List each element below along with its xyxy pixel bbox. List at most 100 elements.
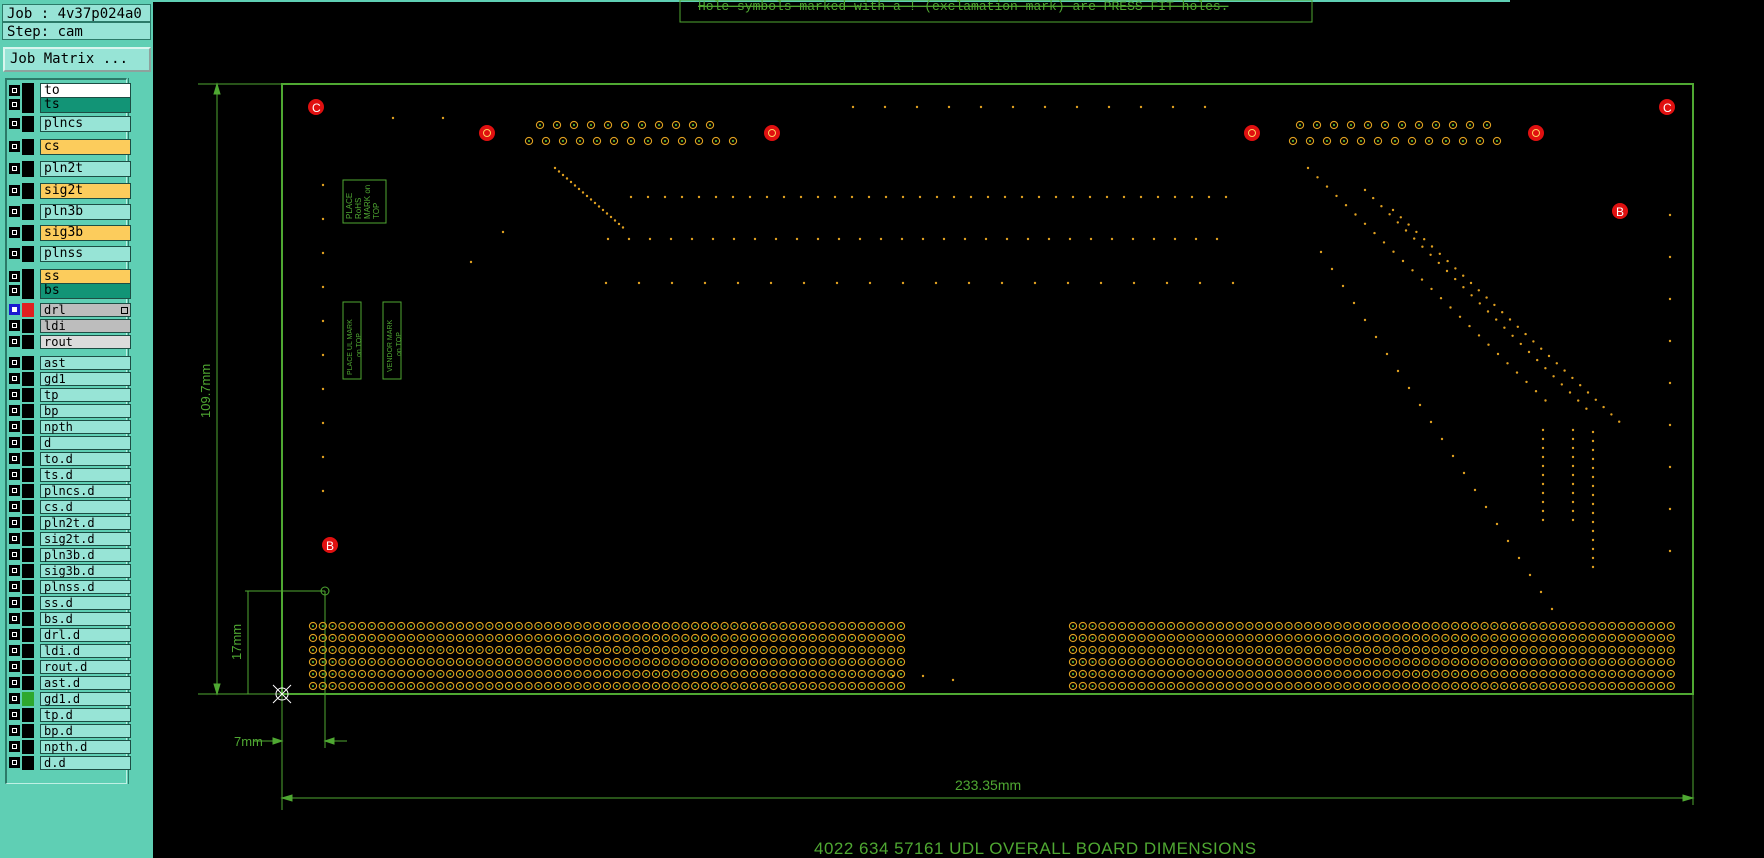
layer-checkbox[interactable] xyxy=(9,581,20,592)
layer-name[interactable]: tp xyxy=(40,388,131,402)
layer-checkbox[interactable] xyxy=(9,485,20,496)
layer-row-tp-d[interactable]: tp.d xyxy=(8,708,131,722)
layer-row-plnss[interactable]: plnss xyxy=(8,246,131,262)
layer-row-plnss-d[interactable]: plnss.d xyxy=(8,580,131,594)
layer-color-swatch[interactable] xyxy=(22,756,34,770)
layer-color-swatch[interactable] xyxy=(22,596,34,610)
layer-color-swatch[interactable] xyxy=(22,139,34,155)
layer-name[interactable]: gd1 xyxy=(40,372,131,386)
layer-checkbox[interactable] xyxy=(9,453,20,464)
layer-checkbox[interactable] xyxy=(9,320,20,331)
layer-list-scrollbar[interactable] xyxy=(128,78,153,784)
layer-checkbox[interactable] xyxy=(9,661,20,672)
layer-name[interactable]: npth xyxy=(40,420,131,434)
layer-color-swatch[interactable] xyxy=(22,246,34,262)
layer-row-pln2t-d[interactable]: pln2t.d xyxy=(8,516,131,530)
layer-row-bs-d[interactable]: bs.d xyxy=(8,612,131,626)
layer-row-ts-d[interactable]: ts.d xyxy=(8,468,131,482)
layer-checkbox[interactable] xyxy=(9,533,20,544)
layer-name[interactable]: ts.d xyxy=(40,468,131,482)
layer-color-swatch[interactable] xyxy=(22,372,34,386)
layer-name[interactable]: ast.d xyxy=(40,676,131,690)
layer-checkbox[interactable] xyxy=(9,373,20,384)
layer-color-swatch[interactable] xyxy=(22,97,34,113)
layer-name[interactable]: plncs xyxy=(40,116,131,132)
layer-name[interactable]: bs.d xyxy=(40,612,131,626)
layer-checkbox[interactable] xyxy=(9,709,20,720)
layer-row-plncs[interactable]: plncs xyxy=(8,116,131,132)
layer-color-swatch[interactable] xyxy=(22,388,34,402)
layer-name[interactable]: pln3b xyxy=(40,204,131,220)
layer-color-swatch[interactable] xyxy=(22,532,34,546)
layer-row-ldi[interactable]: ldi xyxy=(8,319,131,333)
layer-checkbox[interactable] xyxy=(9,629,20,640)
layer-color-swatch[interactable] xyxy=(22,500,34,514)
layer-name[interactable]: cs xyxy=(40,139,131,155)
layer-checkbox[interactable] xyxy=(9,285,20,296)
layer-checkbox[interactable] xyxy=(9,185,20,196)
layer-row-sig3b-d[interactable]: sig3b.d xyxy=(8,564,131,578)
layer-row-bp-d[interactable]: bp.d xyxy=(8,724,131,738)
layer-name[interactable]: pln2t.d xyxy=(40,516,131,530)
layer-color-swatch[interactable] xyxy=(22,516,34,530)
layer-checkbox[interactable] xyxy=(9,549,20,560)
layer-color-swatch[interactable] xyxy=(22,420,34,434)
layer-color-swatch[interactable] xyxy=(22,161,34,177)
layer-name[interactable]: sig2t xyxy=(40,183,131,199)
layer-checkbox[interactable] xyxy=(9,437,20,448)
layer-color-swatch[interactable] xyxy=(22,612,34,626)
layer-name[interactable]: npth.d xyxy=(40,740,131,754)
layer-checkbox[interactable] xyxy=(9,613,20,624)
layer-row-sig2t[interactable]: sig2t xyxy=(8,183,131,199)
layer-name[interactable]: plncs.d xyxy=(40,484,131,498)
layer-checkbox[interactable] xyxy=(9,677,20,688)
layer-checkbox[interactable] xyxy=(9,271,20,282)
layer-row-sig2t-d[interactable]: sig2t.d xyxy=(8,532,131,546)
layer-name[interactable]: cs.d xyxy=(40,500,131,514)
layer-name[interactable]: tp.d xyxy=(40,708,131,722)
layer-checkbox[interactable] xyxy=(9,469,20,480)
layer-color-swatch[interactable] xyxy=(22,225,34,241)
layer-name[interactable]: ss.d xyxy=(40,596,131,610)
layer-name[interactable]: bp.d xyxy=(40,724,131,738)
layer-color-swatch[interactable] xyxy=(22,436,34,450)
layer-row-pln3b-d[interactable]: pln3b.d xyxy=(8,548,131,562)
layer-row-rout-d[interactable]: rout.d xyxy=(8,660,131,674)
layer-color-swatch[interactable] xyxy=(22,692,34,706)
layer-color-swatch[interactable] xyxy=(22,319,34,333)
layer-checkbox[interactable] xyxy=(9,421,20,432)
layer-checkbox[interactable] xyxy=(9,501,20,512)
layer-row-bp[interactable]: bp xyxy=(8,404,131,418)
layer-checkbox[interactable] xyxy=(9,248,20,259)
layer-checkbox[interactable] xyxy=(9,405,20,416)
layer-color-swatch[interactable] xyxy=(22,303,34,317)
layer-color-swatch[interactable] xyxy=(22,183,34,199)
layer-color-swatch[interactable] xyxy=(22,564,34,578)
layer-checkbox[interactable] xyxy=(9,517,20,528)
layer-row-cs-d[interactable]: cs.d xyxy=(8,500,131,514)
layer-name[interactable]: plnss.d xyxy=(40,580,131,594)
layer-name[interactable]: ts xyxy=(40,97,131,113)
graphics-area[interactable]: Hole-symbols marked with a ! (exclamatio… xyxy=(153,0,1764,858)
layer-name[interactable]: sig3b.d xyxy=(40,564,131,578)
layer-checkbox[interactable] xyxy=(9,163,20,174)
layer-name[interactable]: bs xyxy=(40,283,131,299)
layer-name[interactable]: d xyxy=(40,436,131,450)
layer-checkbox[interactable] xyxy=(9,645,20,656)
layer-name[interactable]: d.d xyxy=(40,756,131,770)
layer-row-ts[interactable]: ts xyxy=(8,97,131,113)
layer-checkbox[interactable] xyxy=(9,85,20,96)
layer-row-ss-d[interactable]: ss.d xyxy=(8,596,131,610)
layer-name[interactable]: ldi.d xyxy=(40,644,131,658)
layer-row-pln2t[interactable]: pln2t xyxy=(8,161,131,177)
layer-row-cs[interactable]: cs xyxy=(8,139,131,155)
layer-row-npth[interactable]: npth xyxy=(8,420,131,434)
layer-checkbox[interactable] xyxy=(9,725,20,736)
layer-name[interactable]: pln2t xyxy=(40,161,131,177)
layer-checkbox[interactable] xyxy=(9,336,20,347)
layer-name[interactable]: gd1.d xyxy=(40,692,131,706)
layer-row-d-d[interactable]: d.d xyxy=(8,756,131,770)
layer-color-swatch[interactable] xyxy=(22,740,34,754)
layer-color-swatch[interactable] xyxy=(22,548,34,562)
layer-color-swatch[interactable] xyxy=(22,580,34,594)
